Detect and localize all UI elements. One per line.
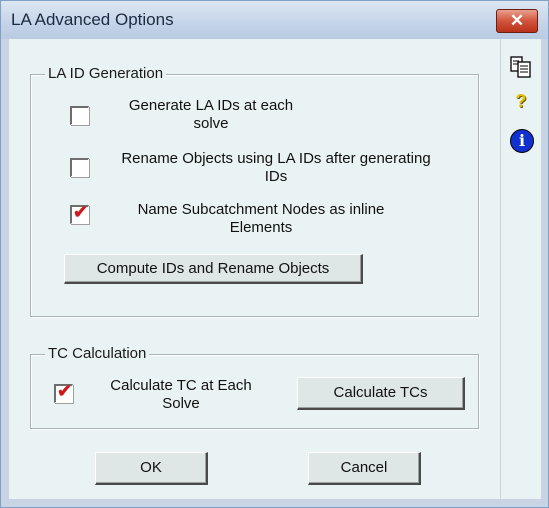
close-button[interactable]: ✕ bbox=[496, 9, 538, 33]
window-title: LA Advanced Options bbox=[11, 10, 174, 29]
generate-la-ids-label: Generate LA IDs at each solve bbox=[128, 97, 294, 132]
compute-ids-button[interactable]: Compute IDs and Rename Objects bbox=[64, 254, 363, 284]
dialog-body: LA ID Generation Generate LA IDs at each… bbox=[9, 39, 500, 499]
side-toolbar: ? i bbox=[500, 39, 541, 499]
ok-button[interactable]: OK bbox=[95, 452, 208, 485]
calculate-tc-label: Calculate TC at Each Solve bbox=[110, 377, 252, 412]
name-subcatchment-nodes-checkbox[interactable]: ✔ bbox=[70, 202, 89, 224]
la-id-generation-legend: LA ID Generation bbox=[45, 65, 167, 82]
info-icon[interactable]: i bbox=[510, 129, 534, 153]
cancel-button[interactable]: Cancel bbox=[308, 452, 421, 485]
generate-la-ids-checkbox[interactable] bbox=[70, 106, 89, 125]
calculate-tc-checkbox[interactable]: ✔ bbox=[54, 381, 73, 403]
help-question-icon[interactable]: ? bbox=[513, 91, 529, 113]
dialog-window: LA Advanced Options ✕ LA ID Generation G… bbox=[0, 0, 549, 508]
name-subcatchment-nodes-label: Name Subcatchment Nodes as inline Element… bbox=[137, 201, 385, 236]
rename-objects-checkbox[interactable] bbox=[70, 158, 89, 177]
rename-objects-label: Rename Objects using LA IDs after genera… bbox=[121, 150, 431, 185]
checkmark-icon: ✔ bbox=[73, 202, 89, 222]
calculate-tcs-button[interactable]: Calculate TCs bbox=[297, 377, 465, 410]
checkmark-icon: ✔ bbox=[57, 381, 73, 401]
title-bar[interactable]: LA Advanced Options ✕ bbox=[1, 1, 548, 39]
tc-calculation-legend: TC Calculation bbox=[45, 345, 150, 362]
copy-icon[interactable] bbox=[509, 55, 533, 79]
